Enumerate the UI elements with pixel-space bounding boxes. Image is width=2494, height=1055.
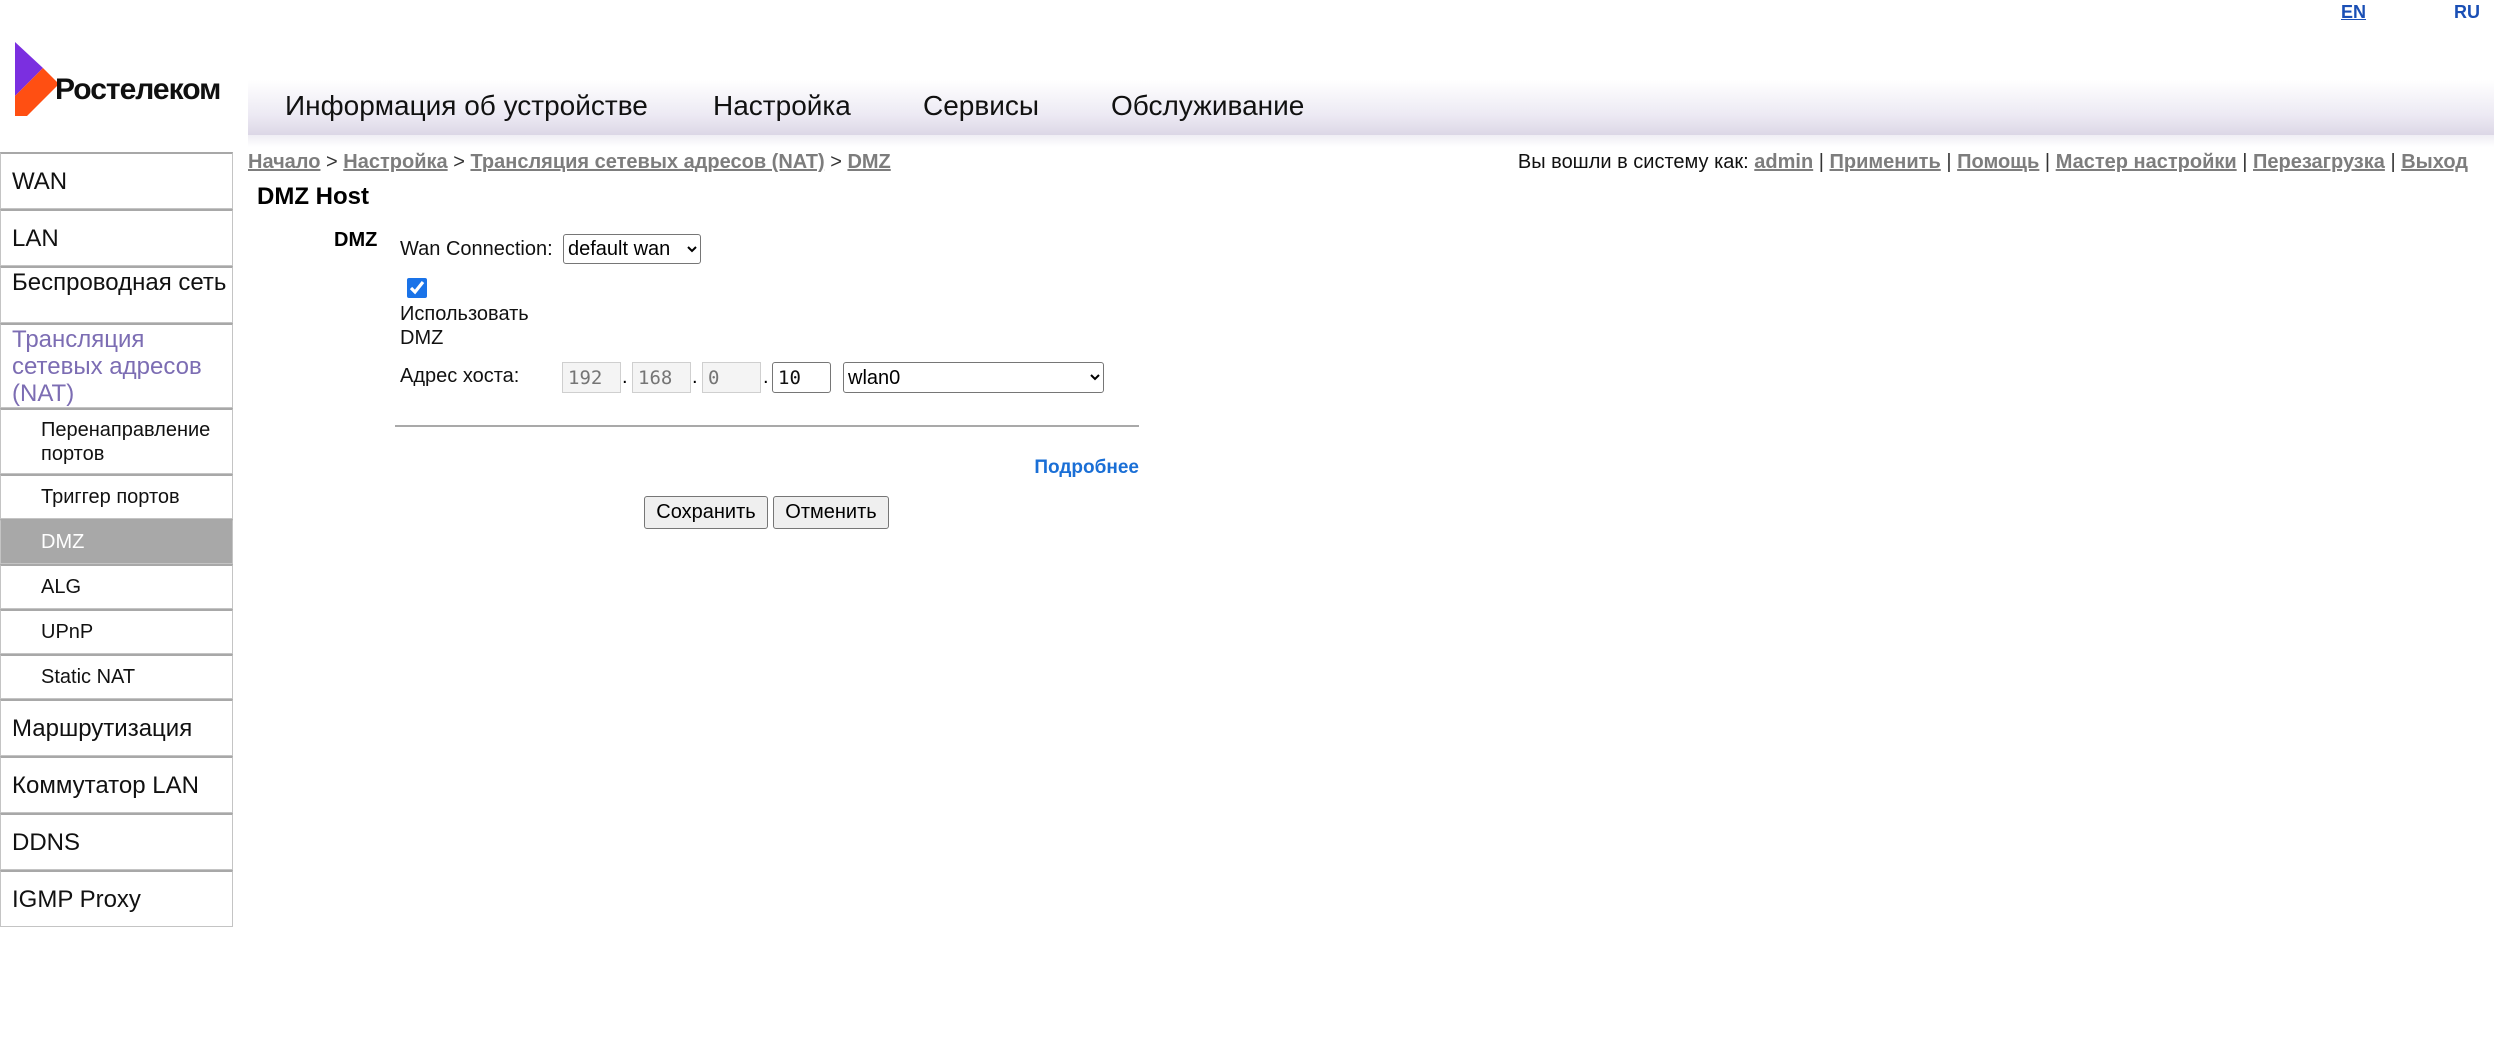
wan-connection-label: Wan Connection: [400, 238, 553, 260]
cancel-button[interactable]: Отменить [773, 496, 889, 529]
ip-octet-1 [562, 362, 621, 393]
ip-octet-2 [632, 362, 691, 393]
ip-octet-4-input[interactable] [772, 362, 831, 393]
page-title: DMZ Host [257, 183, 369, 210]
use-dmz-checkbox[interactable] [407, 278, 427, 298]
help-link[interactable]: Помощь [1957, 151, 2039, 173]
breadcrumb-separator: > [453, 151, 465, 173]
sidebar-item-static-nat[interactable]: Static NAT [0, 654, 233, 699]
apply-link[interactable]: Применить [1830, 151, 1941, 173]
sidebar-item-dmz[interactable]: DMZ [0, 519, 233, 564]
save-button[interactable]: Сохранить [644, 496, 768, 529]
userbar-separator: | [2044, 151, 2051, 173]
logout-link[interactable]: Выход [2401, 151, 2468, 173]
breadcrumb-separator: > [326, 151, 338, 173]
userbar-separator: | [1818, 151, 1824, 173]
sidebar-item-alg[interactable]: ALG [0, 564, 233, 609]
breadcrumb-dmz[interactable]: DMZ [847, 151, 890, 173]
ip-dot: . [763, 366, 769, 388]
divider [395, 425, 1139, 427]
lang-en-link[interactable]: EN [2341, 2, 2366, 23]
breadcrumb-home[interactable]: Начало [248, 151, 320, 173]
sidebar-item-lan-switch[interactable]: Коммутатор LAN [0, 756, 233, 813]
userbar-separator: | [2390, 151, 2396, 173]
user-link[interactable]: admin [1754, 151, 1813, 173]
brand-name: Ростелеком [55, 73, 221, 106]
lang-ru-link[interactable]: RU [2454, 2, 2480, 23]
logged-in-label: Вы вошли в систему как: [1517, 151, 1749, 173]
sidebar-item-wireless[interactable]: Беспроводная сеть [0, 266, 233, 323]
nav-settings[interactable]: Настройка [713, 90, 851, 122]
more-details-link[interactable]: Подробнее [1034, 457, 1139, 479]
sidebar-item-upnp[interactable]: UPnP [0, 609, 233, 654]
setup-wizard-link[interactable]: Мастер настройки [2056, 151, 2237, 173]
reboot-link[interactable]: Перезагрузка [2253, 151, 2385, 173]
nav-device-info[interactable]: Информация об устройстве [285, 90, 648, 122]
userbar-separator: | [2242, 151, 2248, 173]
section-label: DMZ [334, 229, 378, 251]
sidebar-item-wan[interactable]: WAN [0, 152, 233, 209]
ip-dot: . [692, 366, 698, 388]
sidebar-item-igmp-proxy[interactable]: IGMP Proxy [0, 870, 233, 927]
userbar-separator: | [1946, 151, 1952, 173]
nav-divider [248, 135, 2494, 147]
sidebar-item-ddns[interactable]: DDNS [0, 813, 233, 870]
nav-maintenance[interactable]: Обслуживание [1111, 90, 1304, 122]
sidebar-item-lan[interactable]: LAN [0, 209, 233, 266]
breadcrumb-nat[interactable]: Трансляция сетевых адресов (NAT) [470, 151, 824, 173]
use-dmz-label: Использовать DMZ [400, 303, 529, 349]
user-bar: Вы вошли в систему как: admin | Применит… [1518, 151, 2468, 174]
ip-octet-3 [702, 362, 761, 393]
interface-select[interactable]: wlan0 [843, 362, 1104, 393]
sidebar-item-port-trigger[interactable]: Триггер портов [0, 474, 233, 519]
sidebar-item-port-forwarding[interactable]: Перенаправление портов [0, 408, 233, 474]
wan-connection-select[interactable]: default wan [563, 234, 701, 264]
sidebar-item-nat[interactable]: Трансляция сетевых адресов (NAT) [0, 323, 233, 408]
host-address-label: Адрес хоста: [400, 365, 520, 387]
sidebar-item-routing[interactable]: Маршрутизация [0, 699, 233, 756]
breadcrumb-separator: > [830, 151, 842, 173]
breadcrumb: Начало > Настройка > Трансляция сетевых … [248, 151, 891, 174]
breadcrumb-settings[interactable]: Настройка [343, 151, 447, 173]
top-navigation: Информация об устройстве Настройка Серви… [248, 80, 2494, 135]
nav-services[interactable]: Сервисы [923, 90, 1039, 122]
ip-dot: . [622, 366, 628, 388]
